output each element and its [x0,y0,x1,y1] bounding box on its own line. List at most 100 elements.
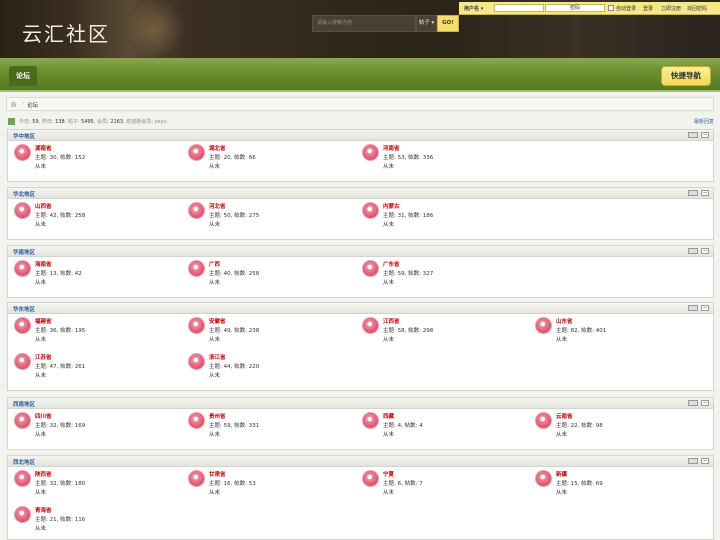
quick-nav-button[interactable]: 快捷导航 [661,66,711,86]
forum-item: 山东省 主题: 82, 帖数: 401 从未 [535,317,695,347]
forum-name-link[interactable]: 西藏 [383,412,394,420]
category-header: 华南地区 − [8,246,713,257]
forum-name-link[interactable]: 安徽省 [209,317,226,325]
forum-name-link[interactable]: 内蒙古 [383,202,400,210]
forum-icon[interactable] [362,144,379,161]
home-icon[interactable] [10,101,17,107]
category-header: 华东地区 − [8,303,713,314]
forum-name-link[interactable]: 河南省 [383,144,400,152]
forum-icon[interactable] [188,412,205,429]
collapse-control-icon[interactable] [688,132,698,138]
forum-stats: 主题: 59, 帖数: 327 [383,271,434,277]
forum-name-link[interactable]: 新疆 [556,470,567,478]
forum-name-link[interactable]: 浙江省 [209,353,226,361]
forum-name-link[interactable]: 云南省 [556,412,573,420]
search-type-select[interactable]: 帖子 ▾ [416,15,437,32]
forum-name-link[interactable]: 贵州省 [209,412,226,420]
forum-name-link[interactable]: 宁夏 [383,470,394,478]
forum-icon[interactable] [362,470,379,487]
forum-item: 云南省 主题: 22, 帖数: 98 从未 [535,412,695,442]
category-title[interactable]: 西南地区 [13,400,35,408]
forum-icon[interactable] [188,317,205,334]
search-input[interactable]: 请输入搜索内容 [312,15,416,32]
forum-icon[interactable] [14,412,31,429]
forum-icon[interactable] [188,202,205,219]
forum-item: 内蒙古 主题: 31, 帖数: 186 从未 [362,202,522,232]
stats-text: 今日: 59, 昨日: 138, 帖子: 5495, 会员: 2163, 欢迎新… [19,119,167,125]
today-label: 今日: [19,119,31,125]
forum-name-link[interactable]: 山东省 [556,317,573,325]
minus-icon[interactable]: − [701,248,709,254]
forum-icon[interactable] [14,470,31,487]
forum-icon[interactable] [362,260,379,277]
forum-icon[interactable] [362,412,379,429]
forum-name-link[interactable]: 湖北省 [209,144,226,152]
minus-icon[interactable]: − [701,458,709,464]
latest-replies-link[interactable]: 最新回复 [694,118,714,125]
category-title[interactable]: 华北地区 [13,190,35,198]
forum-name-link[interactable]: 山西省 [35,202,52,210]
forum-name-link[interactable]: 陕西省 [35,470,52,478]
site-logo[interactable]: 云汇社区 [22,18,110,47]
forum-icon[interactable] [14,353,31,370]
forum-icon[interactable] [188,470,205,487]
forum-icon[interactable] [14,506,31,523]
forum-last-post: 从未 [209,490,221,496]
forum-name-link[interactable]: 广西 [209,260,220,268]
yesterday-label: 昨日: [41,119,54,125]
forum-icon[interactable] [535,412,552,429]
breadcrumb-current[interactable]: 论坛 [27,101,38,109]
collapse-control-icon[interactable] [688,305,698,311]
forgot-password-link[interactable]: 找回密码 [687,5,707,12]
welcome-new-member[interactable]: 欢迎新会员: yeyu [126,119,166,125]
forum-name-link[interactable]: 江苏省 [35,353,52,361]
forum-name-link[interactable]: 河北省 [209,202,226,210]
forum-name-link[interactable]: 青海省 [35,506,52,514]
minus-icon[interactable]: − [701,190,709,196]
collapse-control-icon[interactable] [688,190,698,196]
forum-icon[interactable] [188,353,205,370]
minus-icon[interactable]: − [701,400,709,406]
collapse-control-icon[interactable] [688,400,698,406]
password-input[interactable]: 密码 [545,4,605,12]
forum-name-link[interactable]: 广东省 [383,260,400,268]
forum-stats: 主题: 40, 帖数: 258 [209,271,260,277]
forum-icon[interactable] [362,202,379,219]
tab-forum[interactable]: 论坛 [9,66,37,86]
forum-icon[interactable] [535,317,552,334]
forum-icon[interactable] [14,202,31,219]
minus-icon[interactable]: − [701,305,709,311]
username-label[interactable]: 用户名 ▾ [464,5,483,12]
forum-stats: 主题: 47, 帖数: 261 [35,364,86,370]
forum-name-link[interactable]: 四川省 [35,412,52,420]
username-input[interactable] [494,4,544,12]
collapse-control-icon[interactable] [688,248,698,254]
forum-last-post: 从未 [209,280,221,286]
login-button[interactable]: 登录 [643,5,653,12]
search-button[interactable]: GO! [437,15,459,32]
forum-last-post: 从未 [209,164,221,170]
forum-icon[interactable] [14,317,31,334]
forum-stats: 主题: 6, 帖数: 7 [383,481,423,487]
forum-icon[interactable] [188,260,205,277]
category-title[interactable]: 华中地区 [13,132,35,140]
forum-icon[interactable] [362,317,379,334]
forum-name-link[interactable]: 福建省 [35,317,52,325]
register-link[interactable]: 立即注册 [661,5,681,12]
minus-icon[interactable]: − [701,132,709,138]
site-header: 云汇社区 请输入搜索内容 帖子 ▾ GO! 用户名 ▾ 密码 自动登录 登录 立… [0,0,720,58]
category-title[interactable]: 华东地区 [13,305,35,313]
category-title[interactable]: 华南地区 [13,248,35,256]
remember-checkbox[interactable] [608,5,614,11]
forum-icon[interactable] [14,144,31,161]
category-title[interactable]: 西北地区 [13,458,35,466]
collapse-control-icon[interactable] [688,458,698,464]
forum-name-link[interactable]: 海南省 [35,260,52,268]
forum-name-link[interactable]: 湖南省 [35,144,52,152]
forum-item: 福建省 主题: 36, 帖数: 195 从未 [14,317,174,347]
forum-icon[interactable] [535,470,552,487]
forum-name-link[interactable]: 江西省 [383,317,400,325]
forum-name-link[interactable]: 甘肃省 [209,470,226,478]
forum-icon[interactable] [188,144,205,161]
forum-icon[interactable] [14,260,31,277]
